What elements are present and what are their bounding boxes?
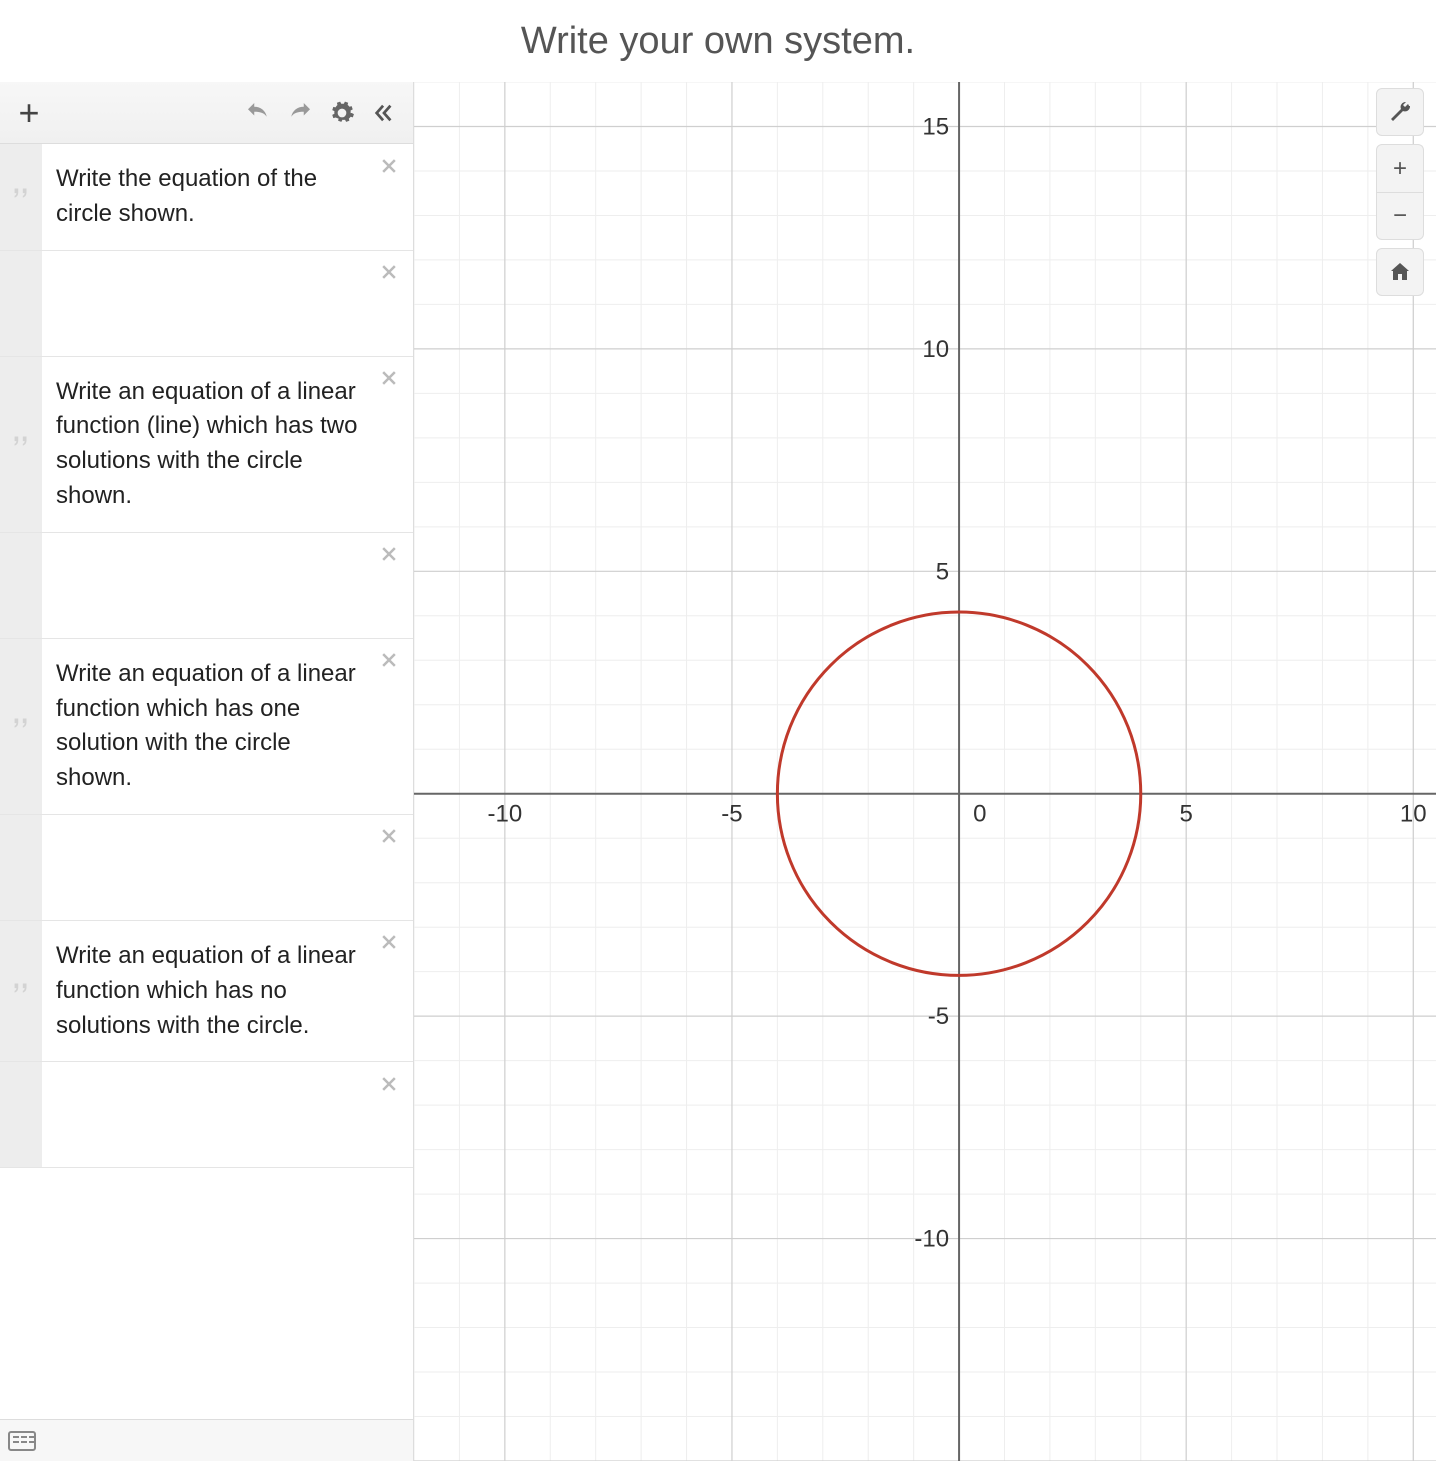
close-icon bbox=[379, 368, 399, 393]
minus-icon: − bbox=[1393, 202, 1407, 230]
x-tick-label: -5 bbox=[721, 801, 742, 828]
quote-icon bbox=[10, 711, 32, 742]
expression-text: Write an equation of a linear function (… bbox=[56, 375, 369, 514]
expression-row-note[interactable]: Write an equation of a linear function w… bbox=[0, 921, 413, 1062]
y-tick-label: 10 bbox=[922, 336, 949, 363]
close-icon bbox=[379, 262, 399, 287]
quote-icon bbox=[10, 181, 32, 212]
remove-expression-button[interactable] bbox=[375, 1072, 403, 1100]
y-tick-label: -10 bbox=[914, 1226, 949, 1253]
undo-button[interactable] bbox=[237, 92, 279, 134]
collapse-panel-button[interactable] bbox=[363, 92, 405, 134]
zoom-in-button[interactable]: + bbox=[1376, 144, 1424, 192]
page-title: Write your own system. bbox=[0, 0, 1436, 82]
add-expression-button[interactable]: + bbox=[8, 92, 50, 134]
close-icon bbox=[379, 1074, 399, 1099]
close-icon bbox=[379, 650, 399, 675]
expression-panel: + Write the equation of the circle sh bbox=[0, 82, 414, 1461]
home-icon bbox=[1388, 260, 1412, 284]
gear-icon bbox=[329, 100, 355, 126]
expression-handle[interactable] bbox=[0, 144, 42, 250]
expression-row-blank[interactable] bbox=[0, 815, 413, 921]
expression-content[interactable] bbox=[42, 533, 413, 638]
remove-expression-button[interactable] bbox=[375, 154, 403, 182]
quote-icon bbox=[10, 976, 32, 1007]
expression-row-blank[interactable] bbox=[0, 1062, 413, 1168]
x-tick-label: -10 bbox=[488, 801, 523, 828]
settings-button[interactable] bbox=[321, 92, 363, 134]
zoom-out-button[interactable]: − bbox=[1376, 192, 1424, 240]
undo-icon bbox=[243, 98, 273, 128]
y-tick-label: 15 bbox=[922, 113, 949, 140]
expression-row-blank[interactable] bbox=[0, 251, 413, 357]
plus-icon: + bbox=[18, 92, 39, 134]
remove-expression-button[interactable] bbox=[375, 931, 403, 959]
close-icon bbox=[379, 544, 399, 569]
expression-toolbar: + bbox=[0, 82, 413, 144]
remove-expression-button[interactable] bbox=[375, 261, 403, 289]
chevron-double-left-icon bbox=[373, 102, 395, 124]
y-tick-label: 5 bbox=[936, 558, 949, 585]
expression-content[interactable] bbox=[42, 251, 413, 356]
close-icon bbox=[379, 932, 399, 957]
remove-expression-button[interactable] bbox=[375, 543, 403, 571]
graph-controls: + − bbox=[1376, 88, 1424, 296]
remove-expression-button[interactable] bbox=[375, 649, 403, 677]
expression-content[interactable]: Write the equation of the circle shown. bbox=[42, 144, 413, 250]
expression-handle[interactable] bbox=[0, 921, 42, 1061]
graph-panel[interactable]: -10 -5 0 5 10 -10 -5 5 10 15 + − bbox=[414, 82, 1436, 1461]
expression-handle[interactable] bbox=[0, 1062, 42, 1167]
expression-row-note[interactable]: Write an equation of a linear function (… bbox=[0, 357, 413, 533]
keyboard-icon bbox=[8, 1431, 36, 1451]
wrench-icon bbox=[1388, 100, 1412, 124]
expression-handle[interactable] bbox=[0, 251, 42, 356]
page-title-text: Write your own system. bbox=[521, 20, 915, 63]
remove-expression-button[interactable] bbox=[375, 825, 403, 853]
expression-handle[interactable] bbox=[0, 639, 42, 814]
y-tick-label: -5 bbox=[928, 1003, 949, 1030]
graph-canvas[interactable]: -10 -5 0 5 10 -10 -5 5 10 15 bbox=[414, 82, 1436, 1461]
expression-row-blank[interactable] bbox=[0, 533, 413, 639]
redo-icon bbox=[285, 98, 315, 128]
main-area: + Write the equation of the circle sh bbox=[0, 82, 1436, 1461]
plus-icon: + bbox=[1393, 155, 1407, 183]
x-tick-label: 10 bbox=[1400, 801, 1427, 828]
graph-settings-button[interactable] bbox=[1376, 88, 1424, 136]
close-icon bbox=[379, 826, 399, 851]
expression-handle[interactable] bbox=[0, 815, 42, 920]
close-icon bbox=[379, 156, 399, 181]
keyboard-toggle[interactable] bbox=[0, 1419, 413, 1461]
expression-content[interactable] bbox=[42, 1062, 413, 1167]
expression-content[interactable]: Write an equation of a linear function (… bbox=[42, 357, 413, 532]
x-tick-label: 5 bbox=[1179, 801, 1192, 828]
remove-expression-button[interactable] bbox=[375, 367, 403, 395]
expression-text: Write an equation of a linear function w… bbox=[56, 657, 369, 796]
x-tick-label: 0 bbox=[973, 801, 986, 828]
quote-icon bbox=[10, 429, 32, 460]
zoom-home-button[interactable] bbox=[1376, 248, 1424, 296]
expression-row-note[interactable]: Write an equation of a linear function w… bbox=[0, 639, 413, 815]
expression-text: Write an equation of a linear function w… bbox=[56, 939, 369, 1043]
expression-content[interactable] bbox=[42, 815, 413, 920]
expression-handle[interactable] bbox=[0, 357, 42, 532]
expression-content[interactable]: Write an equation of a linear function w… bbox=[42, 921, 413, 1061]
expression-list: Write the equation of the circle shown. W… bbox=[0, 144, 413, 1419]
expression-text: Write the equation of the circle shown. bbox=[56, 162, 369, 232]
expression-handle[interactable] bbox=[0, 533, 42, 638]
expression-content[interactable]: Write an equation of a linear function w… bbox=[42, 639, 413, 814]
redo-button[interactable] bbox=[279, 92, 321, 134]
expression-row-note[interactable]: Write the equation of the circle shown. bbox=[0, 144, 413, 251]
